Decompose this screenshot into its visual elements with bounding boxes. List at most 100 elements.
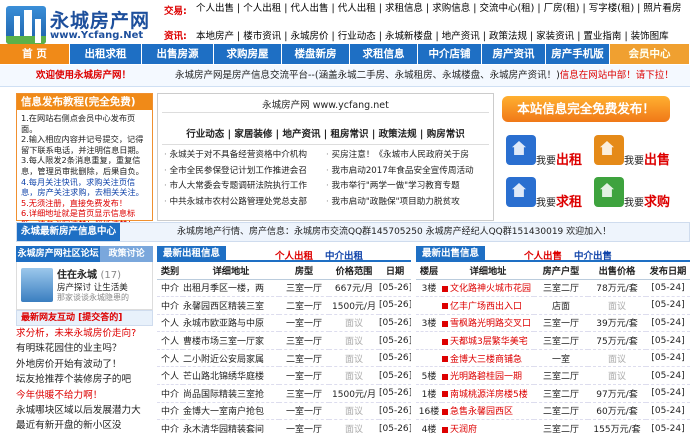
sale-tab[interactable]: 最新出售信息	[416, 246, 486, 262]
row-address[interactable]: 雪枫路光明路交叉口	[442, 314, 534, 333]
nav-buy[interactable]: 求购房屋	[214, 44, 282, 64]
table-row[interactable]: 亿丰广场西出入口 店面 面议 [05-24]	[416, 296, 690, 315]
rent-out-button[interactable]: 我要出租	[502, 131, 588, 175]
table-row[interactable]: 4楼 天润府 三室二厅 155万元/套 [05-24]	[416, 419, 690, 434]
row-address[interactable]: 南城桃源洋房楼5楼	[442, 384, 534, 403]
nav-agency[interactable]: 中介店铺	[418, 44, 482, 64]
free-publish-banner[interactable]: 本站信息完全免费发布！	[502, 96, 670, 122]
trade-link-list[interactable]: 个人出售 | 个人出租 | 代人出售 | 代人出租 | 求租信息 | 求购信息 …	[196, 3, 690, 15]
row-address[interactable]: 尚品国际精装三室抢	[183, 384, 279, 403]
row-address[interactable]: 永木清华园精装套间	[183, 419, 279, 434]
table-row[interactable]: 个人 芒山路北锦绣华庭楼 一室一厅 面议 [05-26]	[157, 366, 411, 386]
row-address[interactable]: 出租月季区一楼，两	[183, 279, 279, 298]
news-list: 永城关于对不具备经营资格中介机构买房注意！《永城市人民政府关于房 全市全民参保登…	[164, 148, 489, 210]
nav-sale[interactable]: 出售房源	[142, 44, 214, 64]
news-link-list[interactable]: 本地房产 | 楼市资讯 | 永城房价 | 行业动态 | 永城新楼盘 | 地产资讯…	[196, 28, 690, 42]
news-item[interactable]: 全市全民参保登记计划工作推进会召	[164, 164, 326, 180]
nav-mobile[interactable]: 房产手机版	[546, 44, 610, 64]
news-item[interactable]: 我市启动"政融保"项目助力脱贫攻	[326, 195, 488, 211]
row-address[interactable]: 天润府	[442, 419, 534, 434]
row-layout: 三室二厅	[534, 366, 588, 386]
tab-policy[interactable]: 政策讨论	[100, 246, 153, 262]
divider	[162, 144, 489, 145]
table-row[interactable]: 5楼 光明路碧桂园一期 三室二厅 面议 [05-24]	[416, 366, 690, 386]
forum-topic[interactable]: 今年供暖不给力啊！	[16, 388, 153, 403]
column-header: 楼层	[416, 262, 442, 280]
table-row[interactable]: 16楼 急售永馨园西区 二室二厅 60万元/套 [05-24]	[416, 402, 690, 421]
forum-topic[interactable]: 坛友抢推荐个装修房子的吧	[16, 372, 153, 387]
table-row[interactable]: 天都城3层繁华美宅 三室二厅 75万元/套 [05-24]	[416, 331, 690, 350]
row-address[interactable]: 永馨园西区精装三室	[183, 296, 279, 315]
table-row[interactable]: 中介 尚品国际精装三室抢 三室一厅 1500元/月 [05-26]	[157, 384, 411, 403]
tab-forum[interactable]: 永城房产网社区论坛	[16, 246, 101, 262]
forum-topic[interactable]: 外地房价开始有波动了！	[16, 357, 153, 372]
table-row[interactable]: 中介 永馨园西区精装三室 二室一厅 1500元/月 [05-26]	[157, 296, 411, 315]
nav-news[interactable]: 房产资讯	[482, 44, 546, 64]
table-row[interactable]: 中介 出租月季区一楼，两 三室一厅 667元/月 [05-26]	[157, 279, 411, 298]
row-address-text: 天都城3层繁华美宅	[450, 337, 528, 348]
table-row[interactable]: 个人 曹楼市场三室一厅家 三室一厅 面议 [05-26]	[157, 331, 411, 350]
forum-topic[interactable]: 最近有新开盘的新小区没	[16, 418, 153, 433]
column-header: 房产户型	[534, 262, 588, 280]
row-address[interactable]: 芒山路北锦绣华庭楼	[183, 366, 279, 386]
table-row[interactable]: 金博大三楼商铺急 一室 面议 [05-24]	[416, 349, 690, 368]
table-row[interactable]: 1楼 南城桃源洋房楼5楼 三室二厅 97万元/套 [05-24]	[416, 384, 690, 403]
news-item[interactable]: 市人大常委会专题调研法院执行工作	[164, 179, 326, 195]
personal-rent-link[interactable]: 个人出租	[275, 248, 313, 262]
nav-rent[interactable]: 出租求租	[70, 44, 142, 64]
agency-rent-link[interactable]: 中介出租	[325, 248, 363, 262]
news-item[interactable]: 我市启动2017年食品安全宣传周活动	[326, 164, 488, 180]
row-address[interactable]: 金博大一室南户抢包	[183, 402, 279, 421]
latest-interaction-bar[interactable]: 最新网友互动 [提交答的]	[16, 310, 153, 326]
forum-topic[interactable]: 有明珠花园住的业主吗？	[16, 341, 153, 356]
news-item[interactable]: 我市举行"两学一做"学习教育专题	[326, 179, 488, 195]
sell-button[interactable]: 我要出售	[590, 131, 676, 175]
personal-sale-link[interactable]: 个人出售	[524, 248, 562, 262]
table-row[interactable]: 3楼 雪枫路光明路交叉口 三室一厅 39万元/套 [05-24]	[416, 314, 690, 333]
rent-tab[interactable]: 最新出租信息	[157, 246, 227, 262]
nav-newhouse[interactable]: 楼盘新房	[282, 44, 350, 64]
row-address[interactable]: 金博大三楼商铺急	[442, 349, 534, 368]
row-type: 个人	[157, 314, 183, 333]
board-name: 住在永城 (17)	[57, 266, 121, 281]
buy-button[interactable]: 我要求购	[590, 173, 676, 217]
nav-home[interactable]: 首 页	[0, 44, 70, 64]
news-item[interactable]: 永城关于对不具备经营资格中介机构	[164, 148, 326, 164]
row-address[interactable]: 永城市欧亚路与中原	[183, 314, 279, 333]
row-address[interactable]: 文化路神火城市花园	[442, 279, 534, 298]
table-row[interactable]: 中介 永木清华园精装套间 一室一厅 面议 [05-26]	[157, 419, 411, 434]
row-address[interactable]: 光明路碧桂园一期	[442, 366, 534, 386]
forum-topic[interactable]: 求分析，未来永城房价走向?	[16, 326, 153, 341]
table-row[interactable]: 个人 永城市欧亚路与中原 一室一厅 面议 [05-26]	[157, 314, 411, 333]
news-item[interactable]: 买房注意！《永城市人民政府关于房	[326, 148, 488, 164]
welcome-notice: 永城房产网是房产信息交流平台--(涵盖永城二手房、永城租房、永城楼盘、永城房产资…	[175, 65, 674, 87]
forum-board[interactable]: 住在永城 (17) 房产探讨 让生活美 那家谈谈永城隐患的	[16, 262, 153, 310]
nav-seek-rent[interactable]: 求租信息	[350, 44, 418, 64]
nav-member[interactable]: 会员中心	[610, 44, 690, 64]
seek-rent-label: 我要求租	[536, 191, 582, 210]
table-row[interactable]: 个人 二小附近公安局家属 二室一厅 面议 [05-26]	[157, 349, 411, 368]
board-latest[interactable]: 那家谈谈永城隐患的	[57, 292, 129, 303]
house-icon	[594, 177, 624, 207]
welcome-notice-link[interactable]: 信息在网站中部！请下拉！	[560, 70, 674, 81]
news-item[interactable]: 中共永城市农村公路管理处党总支部	[164, 195, 326, 211]
row-address[interactable]: 急售永馨园西区	[442, 402, 534, 421]
category-links[interactable]: 行业动态 | 家居装修 | 地产资讯 | 租房常识 | 政策法规 | 购房常识	[158, 126, 493, 140]
tutorial-line: 5.无须注册，直接免费发布！	[21, 197, 128, 208]
row-date: [05-26]	[379, 402, 411, 421]
row-address[interactable]: 二小附近公安局家属	[183, 349, 279, 368]
city-building-icon	[6, 6, 46, 44]
row-layout: 一室一厅	[279, 314, 329, 333]
row-date: [05-24]	[646, 402, 690, 421]
seek-rent-button[interactable]: 我要求租	[502, 173, 588, 217]
row-type	[416, 331, 442, 350]
forum-topic[interactable]: 永城哪块区域以后发展潜力大	[16, 403, 153, 418]
agency-sale-link[interactable]: 中介出售	[574, 248, 612, 262]
row-address[interactable]: 天都城3层繁华美宅	[442, 331, 534, 350]
table-row[interactable]: 中介 金博大一室南户抢包 一室一厅 面议 [05-26]	[157, 402, 411, 421]
table-row[interactable]: 3楼 文化路神火城市花园 三室二厅 78万元/套 [05-24]	[416, 279, 690, 298]
row-address[interactable]: 亿丰广场西出入口	[442, 296, 534, 315]
site-logo[interactable]: 永城房产网 www.Ycfang.Net	[6, 4, 158, 44]
row-address[interactable]: 曹楼市场三室一厅家	[183, 331, 279, 350]
row-price: 面议	[588, 296, 646, 315]
